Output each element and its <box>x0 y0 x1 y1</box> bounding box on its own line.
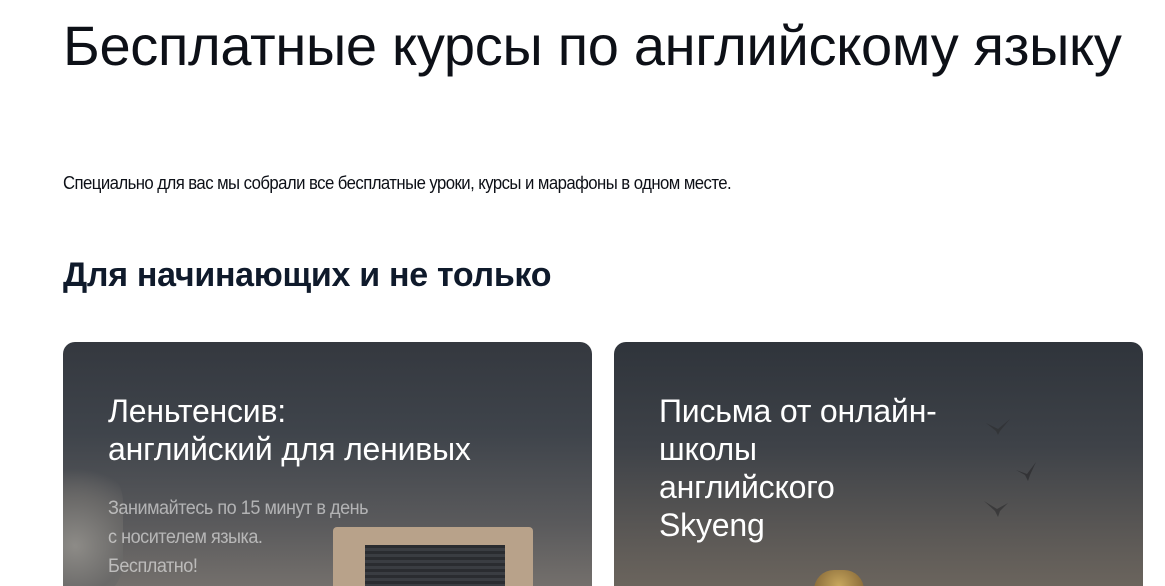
course-card-lentensiv[interactable]: Леньтенсив: английский для ленивых Заним… <box>63 342 592 586</box>
card-description: Занимайтесь по 15 минут в день с носител… <box>108 498 369 577</box>
device-grille <box>365 545 505 586</box>
page-subtitle: Специально для вас мы собрали все беспла… <box>63 173 732 193</box>
section-title: Для начинающих и не только <box>63 256 552 294</box>
card-title: Письма от онлайн- школы английского Skye… <box>659 393 937 543</box>
bottle-illustration <box>814 570 864 586</box>
page: Бесплатные курсы по английскому языку Сп… <box>0 0 1165 586</box>
page-title: Бесплатные курсы по английскому языку <box>63 14 1122 77</box>
card-title: Леньтенсив: английский для ленивых <box>108 393 471 467</box>
course-card-letters[interactable]: Письма от онлайн- школы английского Skye… <box>614 342 1143 586</box>
